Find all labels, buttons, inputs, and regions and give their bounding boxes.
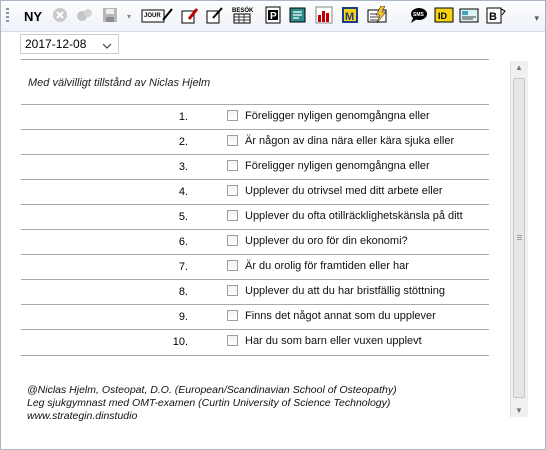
question-row: 2. Är någon av dina nära eller kära sjuka… (21, 129, 489, 155)
question-number: 5. (178, 211, 188, 223)
scroll-down-icon[interactable]: ▼ (515, 406, 523, 415)
b-icon[interactable]: B (486, 6, 506, 24)
question-checkbox[interactable] (227, 185, 238, 196)
question-number: 8. (178, 286, 188, 298)
b-icon-text: B (489, 11, 497, 23)
question-text: Upplever du otrivsel med ditt arbete ell… (245, 185, 443, 197)
question-text: Har du som barn eller vuxen upplevt (245, 335, 422, 347)
question-number: 1. (178, 111, 188, 123)
new-button[interactable]: NY (21, 6, 45, 26)
footer-line-1: @Niclas Hjelm, Osteopat, D.O. (European/… (27, 384, 397, 396)
credit-text: Med välvilligt tillstånd av Niclas Hjelm (28, 77, 211, 89)
chevron-down-icon (102, 39, 112, 53)
p-icon-text: P (270, 11, 277, 22)
question-number: 10. (172, 336, 188, 348)
question-row: 7. Är du orolig för framtiden eller har (21, 254, 489, 280)
question-checkbox[interactable] (227, 285, 238, 296)
question-row: 8. Upplever du att du har bristfällig stö… (21, 279, 489, 305)
question-checkbox[interactable] (227, 160, 238, 171)
vertical-scrollbar[interactable]: ▲ ▼ (510, 61, 528, 417)
question-row: 5. Upplever du ofta otillräcklighetskänsl… (21, 204, 489, 230)
visit-icon[interactable]: BESÖK (231, 6, 257, 24)
question-number: 6. (178, 236, 188, 248)
question-row: 6. Upplever du oro för din ekonomi? (21, 229, 489, 255)
footer-line-2: Leg sjukgymnast med OMT-examen (Curtin U… (27, 397, 391, 409)
save-icon[interactable] (101, 6, 119, 24)
notes-icon[interactable] (289, 6, 307, 24)
m-icon-text: M (345, 11, 354, 23)
scroll-thumb[interactable] (513, 78, 525, 398)
question-text: Upplever du att du har bristfällig stött… (245, 285, 445, 297)
question-checkbox[interactable] (227, 210, 238, 221)
lightning-icon[interactable] (366, 6, 390, 24)
sms-icon-text: SMS (413, 12, 425, 18)
date-select-value: 2017-12-08 (25, 37, 87, 51)
question-number: 4. (178, 186, 188, 198)
journal-icon-text: JOUR (144, 13, 161, 19)
question-row: 3. Föreligger nyligen genomgångna eller (21, 154, 489, 180)
card-icon[interactable] (459, 6, 479, 24)
question-row: 10. Har du som barn eller vuxen upplevt (21, 329, 489, 356)
id-icon[interactable]: ID (434, 6, 454, 24)
edit-pencil-icon[interactable] (181, 6, 199, 24)
chart-icon[interactable] (315, 6, 333, 24)
visit-icon-text: BESÖK (232, 7, 254, 14)
cancel-icon[interactable] (51, 6, 69, 24)
question-checkbox[interactable] (227, 260, 238, 271)
m-icon[interactable]: M (341, 6, 359, 24)
question-number: 7. (178, 261, 188, 273)
question-text: Är någon av dina nära eller kära sjuka e… (245, 135, 455, 147)
app-window: NY ▾ JOUR BESÖK P M SMS ID B ▾ 2017-12-0… (0, 0, 546, 450)
question-text: Finns det något annat som du upplever (245, 310, 436, 322)
question-text: Är du orolig för framtiden eller har (245, 260, 409, 272)
p-document-icon[interactable]: P (264, 6, 282, 24)
save-dropdown-icon[interactable]: ▾ (125, 6, 133, 26)
question-checkbox[interactable] (227, 135, 238, 146)
checkbox-edit-icon[interactable] (206, 6, 224, 24)
journal-icon[interactable]: JOUR (141, 6, 173, 24)
settings-icon[interactable] (76, 6, 94, 24)
id-icon-text: ID (438, 11, 448, 21)
question-row: 9. Finns det något annat som du upplever (21, 304, 489, 330)
toolbar-grip[interactable] (6, 8, 9, 24)
question-checkbox[interactable] (227, 235, 238, 246)
question-row: 4. Upplever du otrivsel med ditt arbete e… (21, 179, 489, 205)
question-checkbox[interactable] (227, 110, 238, 121)
question-text: Upplever du ofta otillräcklighetskänsla … (245, 210, 463, 222)
date-select[interactable]: 2017-12-08 (20, 34, 119, 54)
question-number: 3. (178, 161, 188, 173)
question-text: Föreligger nyligen genomgångna eller (245, 110, 430, 122)
sms-icon[interactable]: SMS (409, 6, 427, 24)
scroll-up-icon[interactable]: ▲ (515, 63, 523, 72)
question-number: 9. (178, 311, 188, 323)
divider (21, 59, 489, 60)
question-row: 1. Föreligger nyligen genomgångna eller (21, 104, 489, 130)
question-text: Föreligger nyligen genomgångna eller (245, 160, 430, 172)
footer-line-3: www.strategin.dinstudio (27, 410, 138, 422)
footer: @Niclas Hjelm, Osteopat, D.O. (European/… (27, 384, 397, 423)
question-checkbox[interactable] (227, 310, 238, 321)
question-checkbox[interactable] (227, 335, 238, 346)
question-number: 2. (178, 136, 188, 148)
toolbar-overflow-icon[interactable]: ▾ (534, 13, 539, 24)
toolbar: NY ▾ JOUR BESÖK P M SMS ID B ▾ (1, 1, 545, 32)
question-text: Upplever du oro för din ekonomi? (245, 235, 408, 247)
